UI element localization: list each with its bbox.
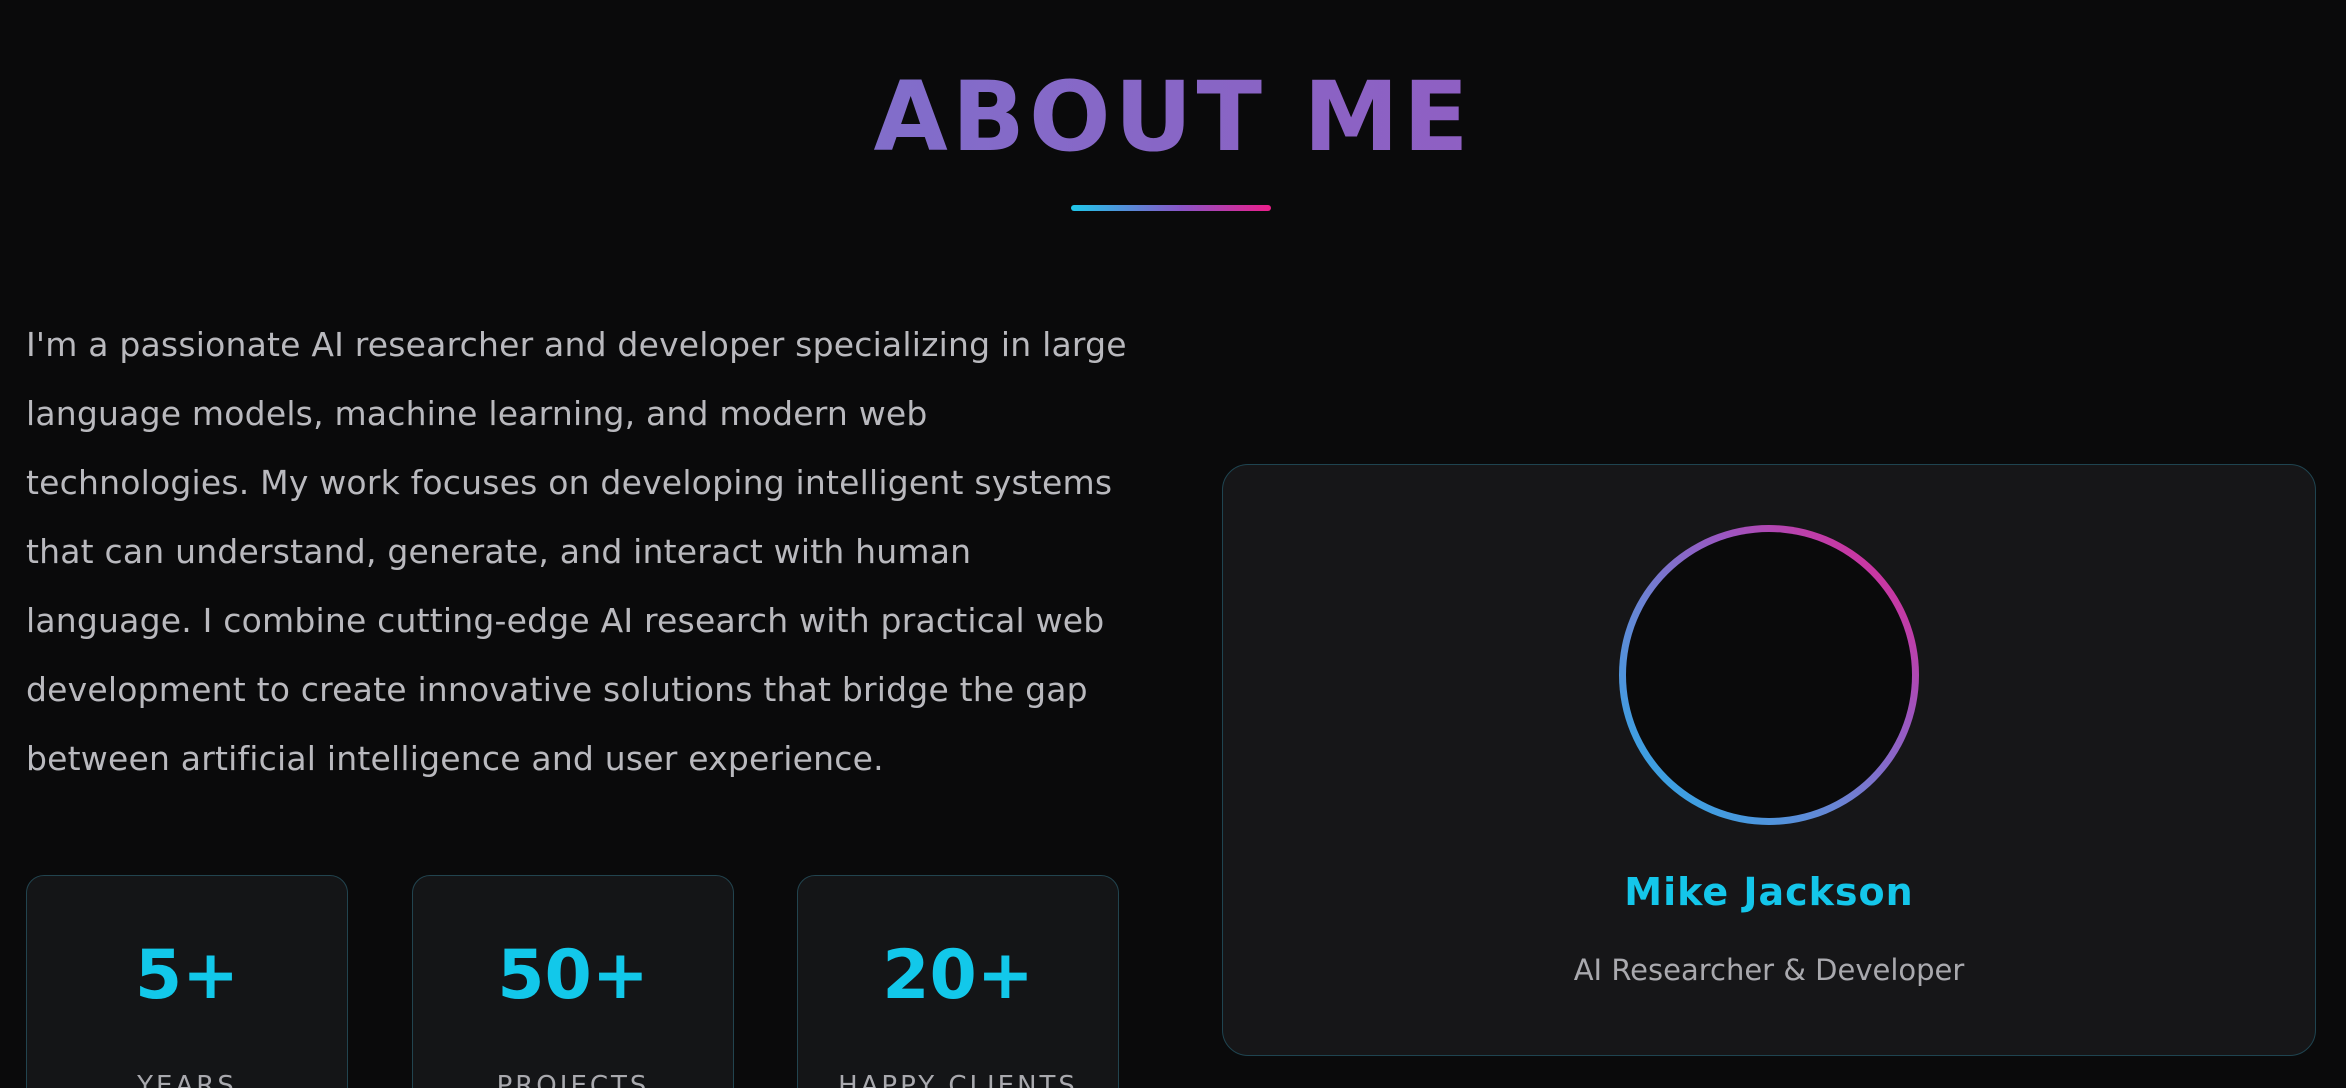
section-title: ABOUT ME — [0, 62, 2346, 172]
stat-label: PROJECTS — [496, 1071, 650, 1088]
stat-value: 5+ — [134, 936, 240, 1015]
stat-card-years: 5+ YEARS — [26, 875, 348, 1088]
profile-card: Mike Jackson AI Researcher & Developer — [1222, 464, 2316, 1056]
about-section: ABOUT ME I'm a passionate AI researcher … — [0, 0, 2346, 1088]
bio-paragraph: I'm a passionate AI researcher and devel… — [26, 325, 1127, 778]
avatar-ring — [1619, 525, 1919, 825]
stat-label: HAPPY CLIENTS — [838, 1071, 1078, 1088]
title-underline-divider — [1071, 205, 1271, 211]
profile-role: AI Researcher & Developer — [1573, 953, 1965, 987]
stat-value: 20+ — [882, 936, 1034, 1015]
stat-card-happy-clients: 20+ HAPPY CLIENTS — [797, 875, 1119, 1088]
stat-value: 50+ — [497, 936, 649, 1015]
profile-name: Mike Jackson — [1624, 870, 1914, 914]
stat-label: YEARS — [137, 1071, 237, 1088]
stat-card-projects: 50+ PROJECTS — [412, 875, 734, 1088]
avatar — [1626, 532, 1912, 818]
